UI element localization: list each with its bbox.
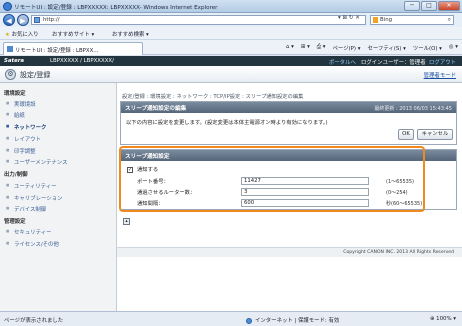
address-row: ◀ ▶ http:// ▾ ⊠ ↻ ✕ Bing ⌕	[0, 13, 462, 27]
port-range: (1〜65535)	[386, 179, 414, 185]
maximize-button[interactable]: □	[421, 1, 437, 11]
sidebar-item-layout[interactable]: レイアウト	[6, 135, 41, 143]
main-content: 設定/登録 : 環境設定 : ネットワーク : TCP/IP設定 : スリープ通…	[117, 83, 462, 311]
settings-icon: ⚙	[5, 69, 16, 80]
browser-tab[interactable]: リモートUI : 設定/登録 : LBPXX...	[3, 42, 143, 55]
device-name: LBPXXXXX / LBPXXXXX/	[50, 58, 114, 64]
interval-label: 通知間隔：	[137, 201, 164, 207]
port-label: ポート番号：	[137, 179, 169, 185]
router-count-label: 通過させるルーター数：	[137, 190, 196, 196]
back-button[interactable]: ◀	[3, 14, 15, 26]
page-header: ⚙ 設定/登録 管理者モード	[0, 66, 462, 83]
sidebar-item-utility[interactable]: ユーティリティー	[6, 182, 57, 190]
edit-panel: スリープ通知設定の編集 最終更新 : 2013 06/03 15:43:45 以…	[120, 101, 457, 145]
breadcrumb: 設定/登録 : 環境設定 : ネットワーク : TCP/IP設定 : スリープ通…	[122, 94, 304, 100]
page-title: 設定/登録	[20, 71, 51, 79]
tab-favicon	[7, 46, 13, 52]
tools-menu[interactable]: ツール(O) ▾	[413, 44, 442, 52]
status-bar: ページが表示されました インターネット | 保護モード: 有効 ⊕ 100% ▾	[0, 311, 462, 326]
rss-icon[interactable]: ⊞ ▾	[301, 44, 310, 52]
favorites-bar: ★ お気に入り おすすめサイト ▾ おすすめ検索 ▾	[0, 27, 462, 40]
ok-button[interactable]: OK	[398, 129, 414, 140]
brand-logo: Satera	[4, 58, 25, 64]
edit-panel-header: スリープ通知設定の編集 最終更新 : 2013 06/03 15:43:45	[121, 102, 456, 113]
sidebar-item-print-adjust[interactable]: 印字調整	[6, 147, 35, 155]
interval-range: 秒(60〜65535)	[386, 201, 423, 207]
minimize-button[interactable]: ─	[404, 1, 420, 11]
address-tools[interactable]: ▾ ⊠ ↻ ✕	[338, 15, 360, 21]
sleep-notify-panel: スリープ通知設定 ✓ 通知する ポート番号： 11427 (1〜65535) 通過…	[120, 149, 457, 210]
security-zone: インターネット | 保護モード: 有効	[246, 316, 339, 324]
ie-logo-icon	[3, 2, 12, 11]
window-title-bar: リモートUI : 設定/登録 : LBPXXXXX: LBPXXXXX- Win…	[0, 0, 462, 13]
edit-message: 以下の内容に設定を変更します。(設定変更は本体主電源オン時より有効になります。)	[126, 120, 328, 126]
interval-input[interactable]: 600	[241, 199, 369, 207]
sleep-notify-header: スリープ通知設定	[121, 150, 456, 161]
close-button[interactable]: ✕	[438, 1, 460, 11]
help-menu[interactable]: ◎ ▾	[449, 44, 458, 52]
page-icon	[34, 17, 40, 23]
sidebar-item-network[interactable]: ネットワーク	[6, 123, 46, 131]
copyright: Copyright CANON INC. 2013 All Rights Res…	[343, 250, 454, 255]
sidebar-item-calibration[interactable]: キャリブレーション	[6, 194, 62, 202]
sidebar-item-license[interactable]: ライセンス/その他	[6, 240, 59, 248]
notify-checkbox-label: 通知する	[137, 167, 159, 173]
sidebar-section-env: 環境設定	[4, 91, 26, 97]
favorites-item-search[interactable]: おすすめ検索 ▾	[112, 30, 149, 38]
router-count-input[interactable]: 3	[241, 188, 369, 196]
sidebar-item-user-maintenance[interactable]: ユーザーメンテナンス	[6, 158, 68, 166]
sidebar-item-paper[interactable]: 給紙	[6, 111, 25, 119]
page-top-icon[interactable]: ▴	[123, 218, 130, 225]
search-input[interactable]: Bing ⌕	[370, 15, 454, 25]
sidebar-section-output: 出力/制御	[4, 172, 28, 178]
cancel-button[interactable]: キャンセル	[417, 129, 453, 140]
forward-button[interactable]: ▶	[17, 14, 29, 26]
window-title: リモートUI : 設定/登録 : LBPXXXXX: LBPXXXXX- Win…	[14, 5, 218, 11]
manager-mode-link[interactable]: 管理者モード	[424, 71, 456, 79]
status-text: ページが表示されました	[4, 318, 64, 324]
globe-icon	[246, 317, 252, 324]
sleep-notify-title: スリープ通知設定	[125, 154, 170, 160]
last-updated: 最終更新 : 2013 06/03 15:43:45	[374, 106, 452, 112]
notify-checkbox[interactable]: ✓	[127, 166, 133, 173]
address-input[interactable]: http://	[31, 15, 366, 25]
star-icon: ★	[5, 32, 10, 38]
zoom-control[interactable]: ⊕ 100% ▾	[430, 316, 456, 322]
router-count-range: (0〜254)	[386, 190, 408, 196]
app-header: Satera LBPXXXXX / LBPXXXXX/ ポータルへ ログインユー…	[0, 56, 462, 66]
sidebar-item-security[interactable]: セキュリティー	[6, 228, 52, 236]
edit-panel-title: スリープ通知設定の編集	[125, 106, 187, 112]
sidebar-item-device-control[interactable]: デバイス制御	[6, 205, 46, 213]
notify-checkbox-row[interactable]: ✓ 通知する	[127, 165, 158, 173]
port-input[interactable]: 11427	[241, 177, 369, 185]
home-icon[interactable]: ⌂ ▾	[286, 44, 294, 52]
favorites-button[interactable]: ★ お気に入り	[5, 30, 39, 38]
print-icon[interactable]: ⎙ ▾	[317, 44, 326, 52]
safety-menu[interactable]: セーフティ(S) ▾	[367, 44, 405, 52]
page-menu[interactable]: ページ(P) ▾	[333, 44, 361, 52]
tab-command-row: リモートUI : 設定/登録 : LBPXX... ⌂ ▾ ⊞ ▾ ⎙ ▾ ペー…	[0, 40, 462, 55]
sidebar-item-env[interactable]: 実環境設	[6, 100, 35, 108]
bing-icon	[373, 17, 378, 23]
search-icon[interactable]: ⌕	[448, 16, 451, 24]
favorites-item-suggested[interactable]: おすすめサイト ▾	[52, 30, 94, 38]
sidebar-section-admin: 管理設定	[4, 219, 26, 225]
sidebar: 環境設定 実環境設 給紙 ネットワーク レイアウト 印字調整 ユーザーメンテナン…	[0, 83, 117, 311]
